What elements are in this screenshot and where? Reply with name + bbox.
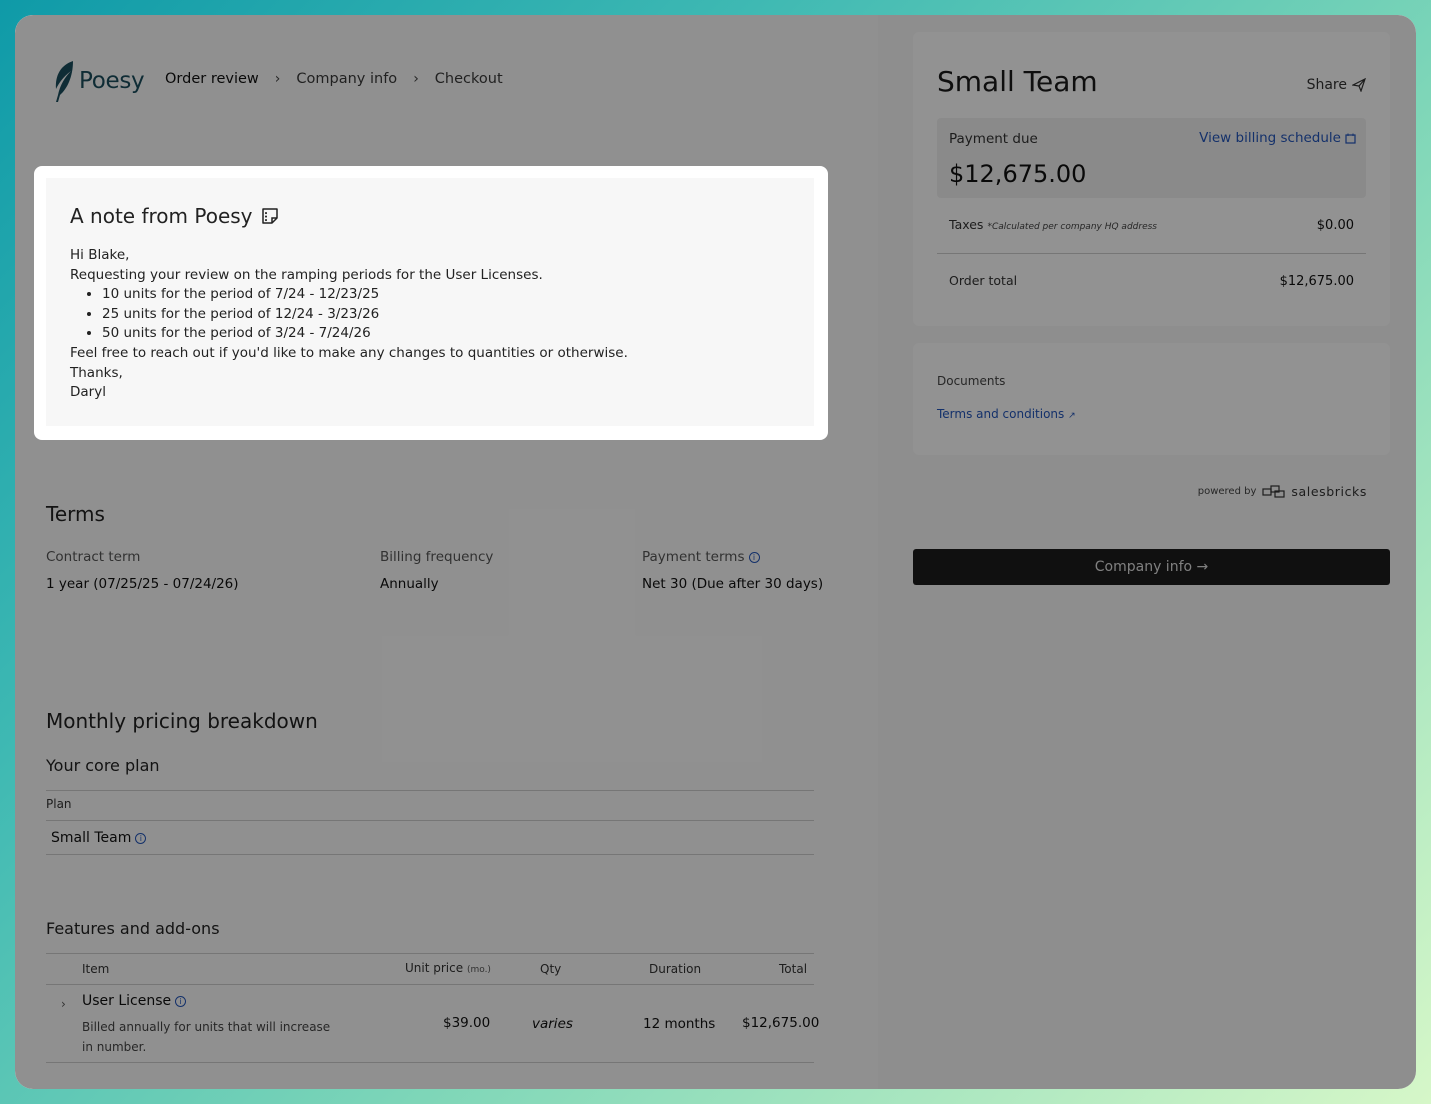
note-bullet-list: 10 units for the period of 7/24 - 12/23/… [102, 285, 628, 344]
divider [46, 820, 814, 821]
qty-column-header: Qty [540, 962, 562, 976]
divider [937, 253, 1366, 254]
row-duration: 12 months [643, 1016, 716, 1032]
order-summary-card: Small Team Share Payment due View billin… [913, 32, 1390, 326]
external-link-icon: ↗ [1068, 411, 1076, 421]
breadcrumb-checkout[interactable]: Checkout [435, 71, 503, 87]
taxes-value: $0.00 [1316, 218, 1354, 233]
payment-due-box: Payment due View billing schedule $12,67… [937, 118, 1366, 198]
divider [46, 984, 814, 985]
share-button[interactable]: Share [1307, 77, 1366, 93]
info-icon[interactable]: i [748, 552, 760, 563]
documents-label: Documents [937, 374, 1006, 388]
order-total-value: $12,675.00 [1279, 274, 1354, 289]
core-plan-heading: Your core plan [46, 756, 160, 775]
documents-card: Documents Terms and conditions ↗ [913, 343, 1390, 455]
row-unit-price: $39.00 [443, 1015, 491, 1031]
total-column-header: Total [779, 962, 808, 976]
powered-by-brand: salesbricks [1291, 483, 1367, 499]
divider [46, 790, 814, 791]
addons-heading: Features and add-ons [46, 919, 220, 938]
pricing-heading: Monthly pricing breakdown [46, 709, 318, 733]
order-total-row: Order total $12,675.00 [949, 273, 1354, 289]
powered-by-prefix: powered by [1197, 485, 1257, 497]
unit-price-column-header: Unit price (mo.) [405, 961, 491, 975]
expand-chevron-icon[interactable]: › [61, 997, 66, 1011]
note-closing: Feel free to reach out if you'd like to … [70, 344, 628, 361]
breadcrumb: Order review › Company info › Checkout [165, 71, 503, 87]
note-signoff: Thanks, [70, 364, 123, 381]
company-info-button[interactable]: Company info → [913, 549, 1390, 585]
plan-value: Small Team i [51, 830, 147, 846]
unit-price-suffix: (mo.) [466, 965, 491, 975]
payment-terms-label: Payment terms i [642, 549, 760, 565]
billing-frequency-label: Billing frequency [380, 549, 494, 565]
row-item-name: User License i [82, 993, 187, 1009]
contract-term-value: 1 year (07/25/25 - 07/24/26) [46, 576, 239, 592]
breadcrumb-order-review[interactable]: Order review [165, 71, 259, 87]
duration-column-header: Duration [649, 962, 702, 976]
row-qty: varies [532, 1016, 573, 1032]
note-body: Hi Blake, Requesting your review on the … [70, 246, 628, 403]
sticky-note-icon [261, 208, 278, 224]
divider [46, 1062, 814, 1063]
chevron-right-icon: › [413, 71, 419, 87]
taxes-note: *Calculated per company HQ address [987, 222, 1157, 232]
terms-link-text: Terms and conditions [937, 407, 1065, 421]
view-billing-schedule-link[interactable]: View billing schedule [1199, 130, 1356, 146]
powered-by: powered by salesbricks [1198, 483, 1367, 499]
checkout-window: Poesy Order review › Company info › Chec… [15, 15, 1416, 1089]
unit-price-text: Unit price [405, 961, 464, 975]
taxes-row: Taxes *Calculated per company HQ address … [949, 217, 1354, 233]
note-title: A note from Poesy [70, 204, 279, 228]
billing-link-text: View billing schedule [1199, 130, 1341, 146]
breadcrumb-company-info[interactable]: Company info [296, 71, 397, 87]
divider [46, 854, 814, 855]
note-greeting: Hi Blake, [70, 247, 130, 263]
brand-name: Poesy [79, 68, 145, 94]
row-total: $12,675.00 [742, 1015, 820, 1031]
calendar-icon [1345, 133, 1356, 144]
row-item-description: Billed annually for units that will incr… [82, 1020, 331, 1054]
terms-heading: Terms [46, 502, 105, 526]
list-item: 25 units for the period of 12/24 - 3/23/… [102, 305, 628, 325]
note-intro: Requesting your review on the ramping pe… [70, 266, 543, 283]
plan-column-header: Plan [46, 797, 72, 811]
info-icon[interactable]: i [135, 833, 147, 844]
right-pane: Small Team Share Payment due View billin… [878, 15, 1416, 1089]
contract-term-label: Contract term [46, 549, 141, 565]
salesbricks-logo-icon [1262, 485, 1285, 498]
poesy-logo[interactable]: Poesy [51, 59, 145, 103]
note-title-text: A note from Poesy [70, 204, 253, 228]
send-icon [1352, 78, 1366, 92]
plan-title: Small Team [937, 65, 1098, 98]
chevron-right-icon: › [274, 71, 281, 87]
payment-due-amount: $12,675.00 [949, 160, 1087, 188]
divider [46, 953, 814, 954]
list-item: 50 units for the period of 3/24 - 7/24/2… [102, 324, 628, 344]
feather-icon [55, 61, 73, 102]
terms-and-conditions-link[interactable]: Terms and conditions ↗ [937, 407, 1076, 421]
note-signature: Daryl [70, 384, 106, 401]
note-card: A note from Poesy Hi Blake, Requesting y… [34, 166, 828, 440]
taxes-label: Taxes [949, 217, 984, 232]
user-license-label: User License [82, 993, 172, 1009]
list-item: 10 units for the period of 7/24 - 12/23/… [102, 285, 628, 305]
share-label: Share [1306, 77, 1347, 93]
plan-name: Small Team [51, 830, 132, 846]
billing-frequency-value: Annually [380, 576, 439, 592]
order-total-label: Order total [949, 273, 1018, 288]
payment-terms-value: Net 30 (Due after 30 days) [642, 576, 824, 592]
payment-terms-text: Payment terms [642, 549, 745, 565]
note-content: A note from Poesy Hi Blake, Requesting y… [46, 178, 814, 426]
payment-due-label: Payment due [949, 131, 1038, 147]
item-column-header: Item [82, 962, 110, 976]
info-icon[interactable]: i [175, 996, 187, 1007]
